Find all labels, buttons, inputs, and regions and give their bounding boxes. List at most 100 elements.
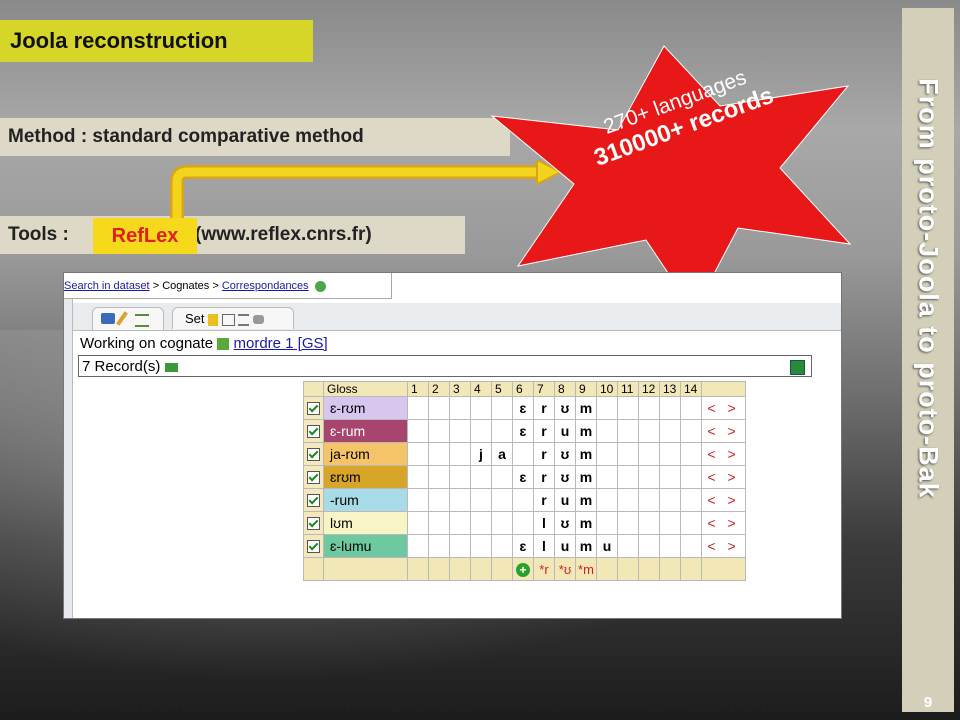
- segment-cell[interactable]: [638, 465, 660, 489]
- segment-cell[interactable]: [470, 511, 492, 535]
- breadcrumb-search-link[interactable]: Search in dataset: [64, 280, 150, 292]
- segment-cell[interactable]: [659, 419, 681, 443]
- segment-cell[interactable]: [449, 419, 471, 443]
- segment-cell[interactable]: [680, 488, 702, 512]
- segment-cell[interactable]: [680, 465, 702, 489]
- refresh-icon[interactable]: [314, 280, 326, 292]
- row-shift-arrows[interactable]: < >: [701, 488, 746, 512]
- segment-cell[interactable]: ɛ: [512, 534, 534, 558]
- segment-cell[interactable]: [512, 488, 534, 512]
- segment-cell[interactable]: [470, 488, 492, 512]
- segment-cell[interactable]: [407, 442, 429, 466]
- segment-cell[interactable]: [428, 488, 450, 512]
- segment-cell[interactable]: r: [533, 465, 555, 489]
- cognate-link[interactable]: mordre 1 [GS]: [233, 335, 327, 352]
- checkbox[interactable]: [307, 448, 320, 462]
- segment-cell[interactable]: [680, 419, 702, 443]
- segment-cell[interactable]: [407, 396, 429, 420]
- segment-cell[interactable]: [596, 511, 618, 535]
- gloss-cell[interactable]: -rum: [323, 488, 408, 512]
- segment-cell[interactable]: [407, 465, 429, 489]
- segment-cell[interactable]: a: [491, 442, 513, 466]
- segment-cell[interactable]: [596, 488, 618, 512]
- segment-cell[interactable]: [470, 396, 492, 420]
- row-shift-arrows[interactable]: < >: [701, 396, 746, 420]
- segment-cell[interactable]: [491, 488, 513, 512]
- segment-cell[interactable]: [659, 465, 681, 489]
- checkbox[interactable]: [307, 471, 320, 485]
- gloss-cell[interactable]: ɛ-rum: [323, 419, 408, 443]
- segment-cell[interactable]: [512, 511, 534, 535]
- row-shift-arrows[interactable]: < >: [701, 465, 746, 489]
- segment-cell[interactable]: [407, 419, 429, 443]
- segment-cell[interactable]: u: [554, 534, 576, 558]
- segment-cell[interactable]: [617, 465, 639, 489]
- checkbox[interactable]: [307, 540, 320, 554]
- row-shift-arrows[interactable]: < >: [701, 442, 746, 466]
- segment-cell[interactable]: [680, 534, 702, 558]
- gloss-cell[interactable]: ɛ-lumu: [323, 534, 408, 558]
- segment-cell[interactable]: r: [533, 396, 555, 420]
- gloss-cell[interactable]: ɛrʊm: [323, 465, 408, 489]
- row-shift-arrows[interactable]: < >: [701, 534, 746, 558]
- segment-cell[interactable]: m: [575, 442, 597, 466]
- segment-cell[interactable]: r: [533, 442, 555, 466]
- segment-cell[interactable]: r: [533, 488, 555, 512]
- segment-cell[interactable]: m: [575, 511, 597, 535]
- row-checkbox-cell[interactable]: [303, 534, 324, 558]
- segment-cell[interactable]: [617, 511, 639, 535]
- segment-cell[interactable]: [638, 442, 660, 466]
- row-shift-arrows[interactable]: < >: [701, 419, 746, 443]
- segment-cell[interactable]: m: [575, 396, 597, 420]
- segment-cell[interactable]: [449, 442, 471, 466]
- gloss-cell[interactable]: lʊm: [323, 511, 408, 535]
- add-icon[interactable]: +: [516, 562, 530, 577]
- segment-cell[interactable]: [512, 442, 534, 466]
- checkbox[interactable]: [307, 402, 320, 416]
- segment-cell[interactable]: [638, 396, 660, 420]
- segment-cell[interactable]: l: [533, 534, 555, 558]
- segment-cell[interactable]: [659, 534, 681, 558]
- segment-cell[interactable]: [449, 465, 471, 489]
- segment-cell[interactable]: ʊ: [554, 511, 576, 535]
- segment-cell[interactable]: [491, 396, 513, 420]
- segment-cell[interactable]: [680, 442, 702, 466]
- segment-cell[interactable]: [596, 419, 618, 443]
- segment-cell[interactable]: [617, 488, 639, 512]
- checkbox[interactable]: [307, 517, 320, 531]
- segment-cell[interactable]: ʊ: [554, 442, 576, 466]
- segment-cell[interactable]: [470, 534, 492, 558]
- gloss-cell[interactable]: ja-rʊm: [323, 442, 408, 466]
- segment-cell[interactable]: [659, 442, 681, 466]
- row-checkbox-cell[interactable]: [303, 419, 324, 443]
- segment-cell[interactable]: ʊ: [554, 465, 576, 489]
- segment-cell[interactable]: [407, 511, 429, 535]
- segment-cell[interactable]: ʊ: [554, 396, 576, 420]
- excel-icon[interactable]: [790, 360, 805, 375]
- checkbox[interactable]: [307, 494, 320, 508]
- gloss-cell[interactable]: ɛ-rʊm: [323, 396, 408, 420]
- segment-cell[interactable]: [659, 511, 681, 535]
- segment-cell[interactable]: [617, 442, 639, 466]
- segment-cell[interactable]: [428, 534, 450, 558]
- checkbox[interactable]: [307, 425, 320, 439]
- segment-cell[interactable]: [680, 396, 702, 420]
- segment-cell[interactable]: [470, 419, 492, 443]
- segment-cell[interactable]: [491, 465, 513, 489]
- add-reconstruction-cell[interactable]: +: [512, 557, 534, 581]
- segment-cell[interactable]: [470, 465, 492, 489]
- segment-cell[interactable]: [407, 534, 429, 558]
- segment-cell[interactable]: m: [575, 488, 597, 512]
- segment-cell[interactable]: [659, 488, 681, 512]
- row-checkbox-cell[interactable]: [303, 396, 324, 420]
- segment-cell[interactable]: [491, 511, 513, 535]
- segment-cell[interactable]: m: [575, 534, 597, 558]
- segment-cell[interactable]: [428, 419, 450, 443]
- row-checkbox-cell[interactable]: [303, 465, 324, 489]
- segment-cell[interactable]: [617, 419, 639, 443]
- row-checkbox-cell[interactable]: [303, 442, 324, 466]
- segment-cell[interactable]: [428, 465, 450, 489]
- segment-cell[interactable]: [659, 396, 681, 420]
- export-arrow-icon[interactable]: [164, 362, 178, 372]
- segment-cell[interactable]: u: [596, 534, 618, 558]
